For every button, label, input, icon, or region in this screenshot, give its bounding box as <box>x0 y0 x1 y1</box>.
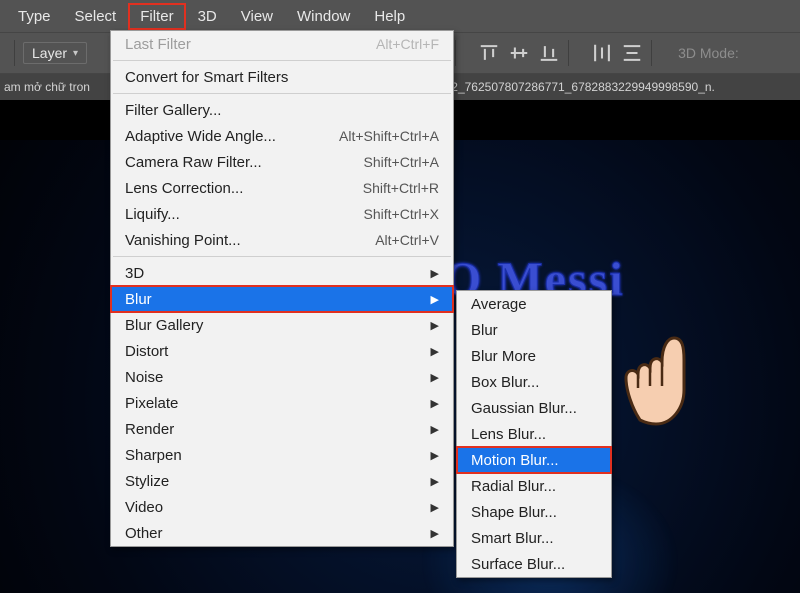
submenu-arrow-icon: ▶ <box>431 527 439 540</box>
align-vcenter-icon[interactable] <box>508 42 530 64</box>
filter-3d[interactable]: 3D ▶ <box>111 260 453 286</box>
filter-convert-smart[interactable]: Convert for Smart Filters <box>111 64 453 90</box>
menu-separator <box>113 60 451 61</box>
filter-liquify[interactable]: Liquify... Shift+Ctrl+X <box>111 201 453 227</box>
submenu-arrow-icon: ▶ <box>431 293 439 306</box>
blur-box-blur[interactable]: Box Blur... <box>457 369 611 395</box>
blur-shape-blur[interactable]: Shape Blur... <box>457 499 611 525</box>
filter-blur[interactable]: Blur ▶ <box>111 286 453 312</box>
dist-h-icon[interactable] <box>591 42 613 64</box>
menu-separator <box>113 256 451 257</box>
menu-shortcut: Alt+Shift+Ctrl+A <box>339 128 439 144</box>
filter-render[interactable]: Render ▶ <box>111 416 453 442</box>
submenu-arrow-icon: ▶ <box>431 475 439 488</box>
menu-help[interactable]: Help <box>362 3 417 30</box>
menu-label: Last Filter <box>125 36 191 53</box>
app-root: EO Messi Type Select Filter 3D View Wind… <box>0 0 800 593</box>
menu-label: Video <box>125 499 163 516</box>
filter-stylize[interactable]: Stylize ▶ <box>111 468 453 494</box>
menu-label: Stylize <box>125 473 169 490</box>
submenu-arrow-icon: ▶ <box>431 371 439 384</box>
layer-dropdown[interactable]: Layer ▾ <box>23 42 87 64</box>
filter-dropdown: Last Filter Alt+Ctrl+F Convert for Smart… <box>110 30 454 547</box>
blur-motion-blur[interactable]: Motion Blur... <box>457 447 611 473</box>
filter-noise[interactable]: Noise ▶ <box>111 364 453 390</box>
blur-submenu: Average Blur Blur More Box Blur... Gauss… <box>456 290 612 578</box>
menu-shortcut: Alt+Ctrl+F <box>376 36 439 52</box>
menu-window[interactable]: Window <box>285 3 362 30</box>
tutorial-hand-icon <box>612 324 712 434</box>
filter-blur-gallery[interactable]: Blur Gallery ▶ <box>111 312 453 338</box>
filter-pixelate[interactable]: Pixelate ▶ <box>111 390 453 416</box>
menu-select[interactable]: Select <box>63 3 129 30</box>
filter-adaptive-wide[interactable]: Adaptive Wide Angle... Alt+Shift+Ctrl+A <box>111 123 453 149</box>
toolbar-divider <box>568 40 569 66</box>
doc-tab-2[interactable]: 662_762507807286771_6782883229949998590_… <box>438 80 715 94</box>
filter-lens-correction[interactable]: Lens Correction... Shift+Ctrl+R <box>111 175 453 201</box>
blur-blur-more[interactable]: Blur More <box>457 343 611 369</box>
blur-radial-blur[interactable]: Radial Blur... <box>457 473 611 499</box>
toolbar-divider <box>455 40 456 66</box>
menu-type[interactable]: Type <box>6 3 63 30</box>
menu-filter[interactable]: Filter <box>128 3 185 30</box>
menu-label: Filter Gallery... <box>125 102 221 119</box>
filter-last-filter[interactable]: Last Filter Alt+Ctrl+F <box>111 31 453 57</box>
menubar: Type Select Filter 3D View Window Help <box>0 0 800 32</box>
blur-surface-blur[interactable]: Surface Blur... <box>457 551 611 577</box>
blur-average[interactable]: Average <box>457 291 611 317</box>
menu-separator <box>113 93 451 94</box>
filter-other[interactable]: Other ▶ <box>111 520 453 546</box>
toolbar-divider <box>14 40 15 66</box>
menu-shortcut: Alt+Ctrl+V <box>375 232 439 248</box>
submenu-arrow-icon: ▶ <box>431 397 439 410</box>
submenu-arrow-icon: ▶ <box>431 501 439 514</box>
menu-label: Camera Raw Filter... <box>125 154 262 171</box>
blur-smart-blur[interactable]: Smart Blur... <box>457 525 611 551</box>
menu-label: Render <box>125 421 174 438</box>
filter-vanishing-point[interactable]: Vanishing Point... Alt+Ctrl+V <box>111 227 453 253</box>
submenu-arrow-icon: ▶ <box>431 267 439 280</box>
menu-label: Noise <box>125 369 163 386</box>
menu-label: Distort <box>125 343 168 360</box>
menu-label: Vanishing Point... <box>125 232 241 249</box>
menu-shortcut: Shift+Ctrl+R <box>363 180 439 196</box>
chevron-down-icon: ▾ <box>73 48 78 59</box>
toolbar-divider <box>651 40 652 66</box>
menu-label: Convert for Smart Filters <box>125 69 288 86</box>
menu-3d[interactable]: 3D <box>186 3 229 30</box>
align-bottom-icon[interactable] <box>538 42 560 64</box>
menu-label: Blur Gallery <box>125 317 203 334</box>
menu-label: Other <box>125 525 163 542</box>
menu-view[interactable]: View <box>229 3 285 30</box>
distribute-group <box>591 42 643 64</box>
filter-distort[interactable]: Distort ▶ <box>111 338 453 364</box>
filter-video[interactable]: Video ▶ <box>111 494 453 520</box>
menu-label: Adaptive Wide Angle... <box>125 128 276 145</box>
menu-label: Lens Correction... <box>125 180 243 197</box>
layer-dropdown-label: Layer <box>32 45 67 61</box>
doc-tab-1[interactable]: am mở chữ tron <box>4 80 90 94</box>
blur-blur[interactable]: Blur <box>457 317 611 343</box>
filter-sharpen[interactable]: Sharpen ▶ <box>111 442 453 468</box>
menu-shortcut: Shift+Ctrl+X <box>364 206 439 222</box>
3d-mode-label: 3D Mode: <box>678 45 739 61</box>
menu-label: Liquify... <box>125 206 180 223</box>
menu-label: Blur <box>125 291 152 308</box>
menu-label: Sharpen <box>125 447 182 464</box>
menu-label: 3D <box>125 265 144 282</box>
dist-v-icon[interactable] <box>621 42 643 64</box>
submenu-arrow-icon: ▶ <box>431 345 439 358</box>
blur-lens-blur[interactable]: Lens Blur... <box>457 421 611 447</box>
submenu-arrow-icon: ▶ <box>431 449 439 462</box>
submenu-arrow-icon: ▶ <box>431 319 439 332</box>
menu-shortcut: Shift+Ctrl+A <box>364 154 439 170</box>
filter-camera-raw[interactable]: Camera Raw Filter... Shift+Ctrl+A <box>111 149 453 175</box>
align-top-icon[interactable] <box>478 42 500 64</box>
align-group <box>478 42 560 64</box>
submenu-arrow-icon: ▶ <box>431 423 439 436</box>
filter-gallery[interactable]: Filter Gallery... <box>111 97 453 123</box>
menu-label: Pixelate <box>125 395 178 412</box>
blur-gaussian-blur[interactable]: Gaussian Blur... <box>457 395 611 421</box>
